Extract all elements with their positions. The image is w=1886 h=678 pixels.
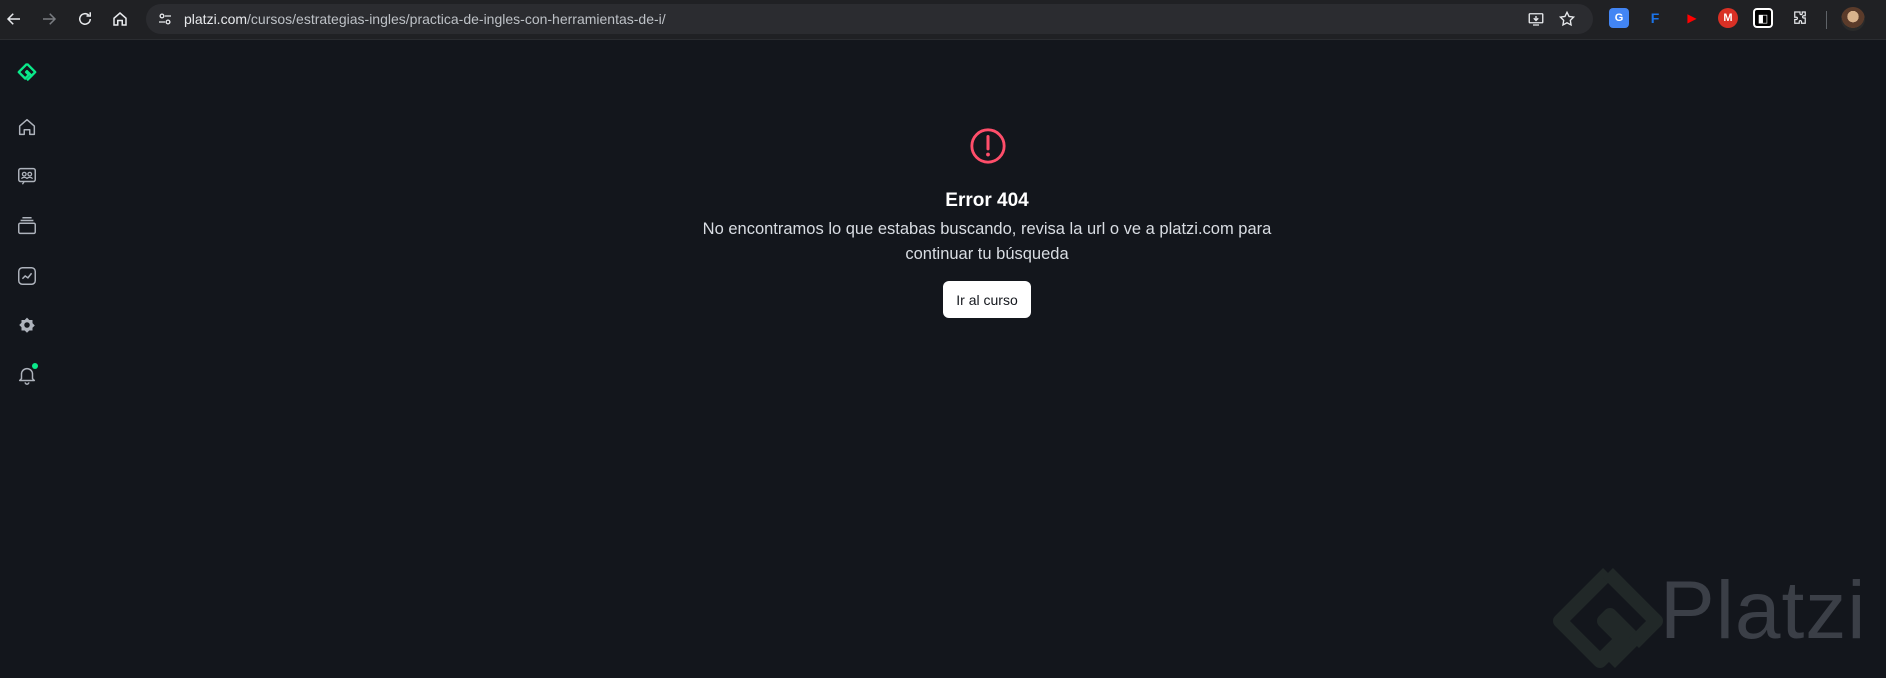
dark-extension[interactable]: ◧ <box>1753 8 1773 28</box>
community-icon <box>18 167 36 185</box>
go-to-course-button[interactable]: Ir al curso <box>943 281 1031 318</box>
google-translate-extension[interactable]: G <box>1609 8 1629 28</box>
back-button[interactable] <box>0 5 28 33</box>
bookmark-star-icon[interactable] <box>1557 9 1577 29</box>
home-icon <box>113 12 127 26</box>
url-path: /cursos/estrategias-ingles/practica-de-i… <box>247 11 666 27</box>
url-host: platzi.com <box>184 11 248 27</box>
platzi-watermark-text: Platzi <box>1660 565 1867 656</box>
notification-dot <box>32 363 38 369</box>
extensions-puzzle-icon[interactable] <box>1790 8 1810 28</box>
forward-button[interactable] <box>35 5 63 33</box>
m-extension[interactable]: M <box>1718 8 1738 28</box>
sidebar <box>0 40 54 678</box>
alert-circle-icon <box>970 128 1006 164</box>
youtube-extension[interactable]: ▶ <box>1682 8 1702 28</box>
forward-icon <box>43 13 57 25</box>
sidebar-item-badges[interactable] <box>13 311 41 339</box>
badges-icon <box>19 317 35 333</box>
error-title: Error 404 <box>945 190 1029 211</box>
site-info-icon[interactable] <box>154 8 176 30</box>
sidebar-item-community[interactable] <box>13 162 41 190</box>
f-extension[interactable]: F <box>1645 8 1665 28</box>
address-bar[interactable]: platzi.com/cursos/estrategias-ingles/pra… <box>146 4 1593 34</box>
reload-button[interactable] <box>71 5 99 33</box>
toolbar-divider <box>1826 11 1827 29</box>
platzi-logo-icon[interactable] <box>13 59 41 87</box>
error-message: No encontramos lo que estabas buscando, … <box>702 220 1272 263</box>
sidebar-item-courses[interactable] <box>13 212 41 240</box>
install-app-icon[interactable] <box>1526 9 1546 29</box>
courses-icon <box>18 217 36 235</box>
home-icon <box>18 118 36 136</box>
home-button[interactable] <box>106 5 134 33</box>
profile-avatar[interactable] <box>1841 7 1865 31</box>
sidebar-item-home[interactable] <box>13 113 41 141</box>
sidebar-item-progress[interactable] <box>13 262 41 290</box>
progress-icon <box>18 267 36 285</box>
back-icon <box>6 13 20 25</box>
sidebar-item-notifications[interactable] <box>13 361 41 389</box>
reload-icon <box>79 12 91 25</box>
url-text: platzi.com/cursos/estrategias-ingles/pra… <box>184 11 666 27</box>
browser-toolbar: platzi.com/cursos/estrategias-ingles/pra… <box>0 0 1886 40</box>
